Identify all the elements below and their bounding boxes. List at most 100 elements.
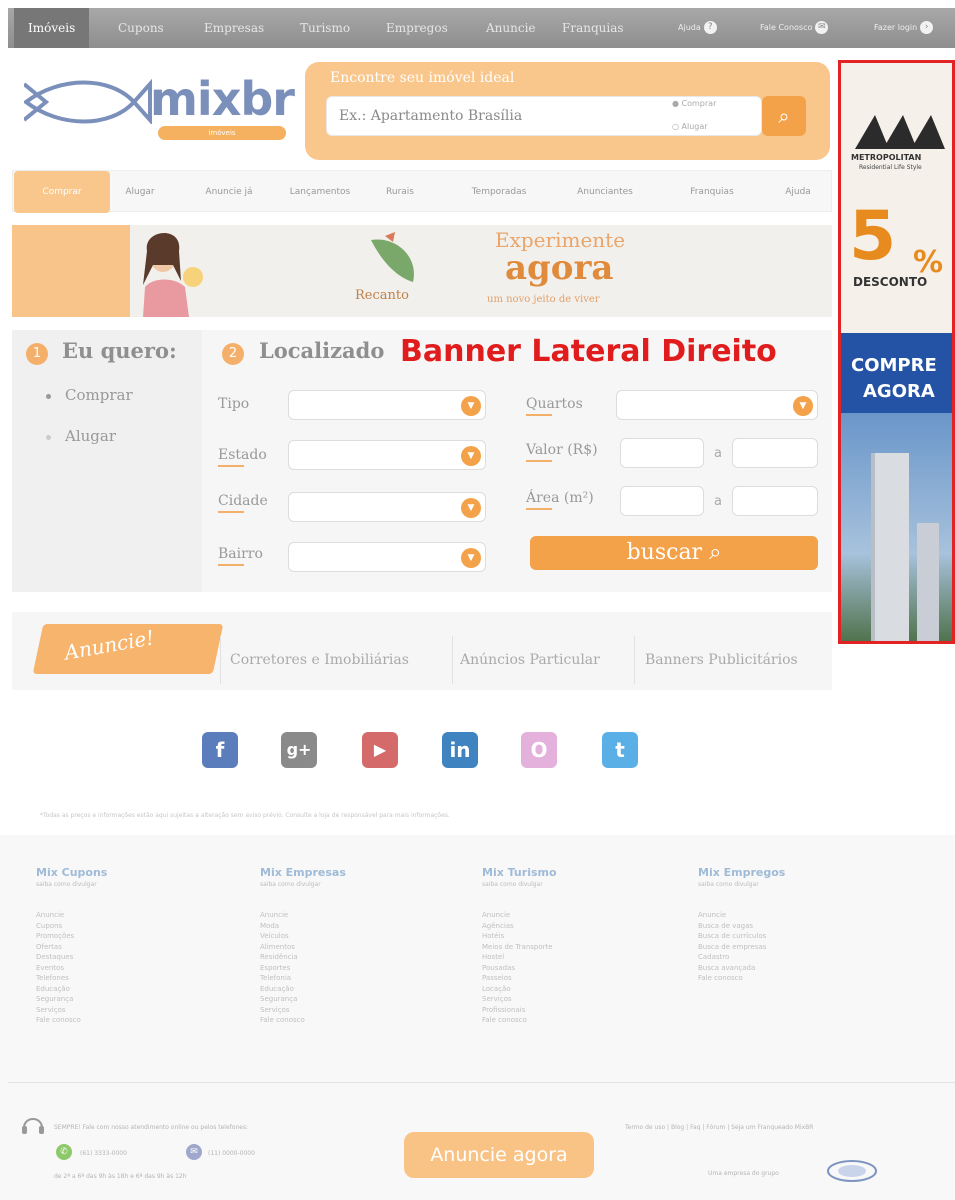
side-banner-ad[interactable]: METROPOLITAN Residential Life Style 5 % …: [838, 60, 955, 644]
footer-link[interactable]: Residência: [260, 952, 305, 963]
search-button[interactable]: ⌕: [762, 96, 806, 136]
footer-link[interactable]: Segurança: [260, 994, 305, 1005]
footer-link[interactable]: Anuncie: [36, 910, 81, 921]
facebook-icon[interactable]: f: [202, 732, 238, 768]
link-corretores[interactable]: Corretores e Imobiliárias: [230, 652, 409, 668]
twitter-icon[interactable]: t: [602, 732, 638, 768]
footer-link[interactable]: Telefones: [36, 973, 81, 984]
footer-link[interactable]: Anuncie: [698, 910, 766, 921]
footer-link[interactable]: Ofertas: [36, 942, 81, 953]
footer-link[interactable]: Fale conosco: [698, 973, 766, 984]
footer-link[interactable]: Educação: [260, 984, 305, 995]
top-tab-imoveis[interactable]: Imóveis: [14, 8, 90, 48]
footer-col-cupons-title[interactable]: Mix Cupons: [36, 866, 107, 879]
footer-link[interactable]: Agências: [482, 921, 553, 932]
help-link[interactable]: Ajuda?: [678, 8, 717, 48]
buscar-button[interactable]: buscar ⌕: [530, 536, 818, 570]
phone-icon: ✆: [56, 1144, 72, 1160]
google-plus-icon[interactable]: g+: [281, 732, 317, 768]
footer-link[interactable]: Busca de currículos: [698, 931, 766, 942]
valor-min-input[interactable]: [620, 438, 704, 468]
footer-link[interactable]: Eventos: [36, 963, 81, 974]
nav-item-anuncie-ja[interactable]: Anuncie já: [194, 171, 264, 213]
footer-col-turismo-title[interactable]: Mix Turismo: [482, 866, 557, 879]
select-tipo[interactable]: ▼: [288, 390, 486, 420]
footer-link[interactable]: Serviços: [260, 1005, 305, 1016]
footer-link[interactable]: Telefonia: [260, 973, 305, 984]
footer-link[interactable]: Anuncie: [260, 910, 305, 921]
youtube-icon[interactable]: ▶: [362, 732, 398, 768]
footer-link[interactable]: Pousadas: [482, 963, 553, 974]
search-radio-rent[interactable]: ○ Alugar: [672, 122, 708, 131]
footer-link[interactable]: Serviços: [36, 1005, 81, 1016]
nav-item-lancamentos[interactable]: Lançamentos: [278, 171, 362, 213]
footer-link[interactable]: Fale conosco: [260, 1015, 305, 1026]
top-tab-cupons[interactable]: Cupons: [104, 8, 178, 48]
nav-item-temporadas[interactable]: Temporadas: [460, 171, 538, 213]
linkedin-icon[interactable]: in: [442, 732, 478, 768]
top-tab-anuncie[interactable]: Anuncie: [472, 8, 550, 48]
footer-link[interactable]: Fale conosco: [482, 1015, 553, 1026]
group-logo-icon[interactable]: [826, 1158, 878, 1184]
buscar-label: buscar: [626, 540, 703, 565]
search-radio-buy[interactable]: ● Comprar: [672, 99, 716, 108]
login-link[interactable]: Fazer login ›: [874, 8, 934, 48]
footer-link[interactable]: Hotéis: [482, 931, 553, 942]
footer-link[interactable]: Esportes: [260, 963, 305, 974]
link-banners[interactable]: Banners Publicitários: [645, 652, 798, 668]
footer-link[interactable]: Moda: [260, 921, 305, 932]
footer-links[interactable]: Termo de uso | Blog | Faq | Fórum | Seja…: [625, 1124, 813, 1131]
footer-link[interactable]: Serviços: [482, 994, 553, 1005]
link-anuncios-particular[interactable]: Anúncios Particular: [460, 652, 600, 668]
footer-link[interactable]: Locação: [482, 984, 553, 995]
footer-link[interactable]: Profissionais: [482, 1005, 553, 1016]
nav-item-ajuda[interactable]: Ajuda: [770, 171, 826, 213]
radio-alugar[interactable]: Alugar: [46, 427, 116, 445]
fish-logo-icon[interactable]: [24, 78, 152, 124]
select-quartos[interactable]: ▼: [616, 390, 818, 420]
footer-col-empregos-title[interactable]: Mix Empregos: [698, 866, 785, 879]
footer-col-empresas-sub[interactable]: saiba como divulgar: [260, 881, 321, 888]
footer-link[interactable]: Veículos: [260, 931, 305, 942]
area-min-input[interactable]: [620, 486, 704, 516]
top-tab-empresas[interactable]: Empresas: [190, 8, 278, 48]
footer-link[interactable]: Promoções: [36, 931, 81, 942]
footer-link[interactable]: Cadastro: [698, 952, 766, 963]
select-bairro[interactable]: ▼: [288, 542, 486, 572]
nav-item-anunciantes[interactable]: Anunciantes: [562, 171, 648, 213]
footer-link[interactable]: Busca avançada: [698, 963, 766, 974]
footer-link[interactable]: Destaques: [36, 952, 81, 963]
footer-link[interactable]: Hostel: [482, 952, 553, 963]
select-estado[interactable]: ▼: [288, 440, 486, 470]
footer-link[interactable]: Busca de vagas: [698, 921, 766, 932]
footer-col-cupons-list: Anuncie Cupons Promoções Ofertas Destaqu…: [36, 910, 81, 1026]
footer-link[interactable]: Fale conosco: [36, 1015, 81, 1026]
nav-item-franquias[interactable]: Franquias: [674, 171, 750, 213]
footer-col-empresas-title[interactable]: Mix Empresas: [260, 866, 346, 879]
footer-link[interactable]: Anuncie: [482, 910, 553, 921]
footer-link[interactable]: Meios de Transporte: [482, 942, 553, 953]
select-cidade[interactable]: ▼: [288, 492, 486, 522]
radio-comprar[interactable]: Comprar: [46, 386, 133, 404]
footer-link[interactable]: Busca de empresas: [698, 942, 766, 953]
valor-max-input[interactable]: [732, 438, 818, 468]
nav-item-comprar[interactable]: Comprar: [14, 171, 110, 213]
footer-link[interactable]: Educação: [36, 984, 81, 995]
footer-link[interactable]: Alimentos: [260, 942, 305, 953]
nav-item-rurais[interactable]: Rurais: [372, 171, 428, 213]
footer-link[interactable]: Passeios: [482, 973, 553, 984]
footer-col-turismo-sub[interactable]: saiba como divulgar: [482, 881, 543, 888]
top-tab-franquias[interactable]: Franquias: [548, 8, 638, 48]
nav-item-alugar[interactable]: Alugar: [112, 171, 168, 213]
top-tab-turismo[interactable]: Turismo: [286, 8, 364, 48]
anuncie-agora-button[interactable]: Anuncie agora: [404, 1132, 594, 1178]
site-logo-text[interactable]: mixbr: [150, 72, 295, 126]
area-max-input[interactable]: [732, 486, 818, 516]
orkut-icon[interactable]: O: [521, 732, 557, 768]
footer-link[interactable]: Segurança: [36, 994, 81, 1005]
top-tab-empregos[interactable]: Empregos: [372, 8, 462, 48]
contact-link[interactable]: Fale Conosco ✉: [760, 8, 829, 48]
footer-link[interactable]: Cupons: [36, 921, 81, 932]
footer-col-empregos-sub[interactable]: saiba como divulgar: [698, 881, 759, 888]
footer-col-cupons-sub[interactable]: saiba como divulgar: [36, 881, 97, 888]
